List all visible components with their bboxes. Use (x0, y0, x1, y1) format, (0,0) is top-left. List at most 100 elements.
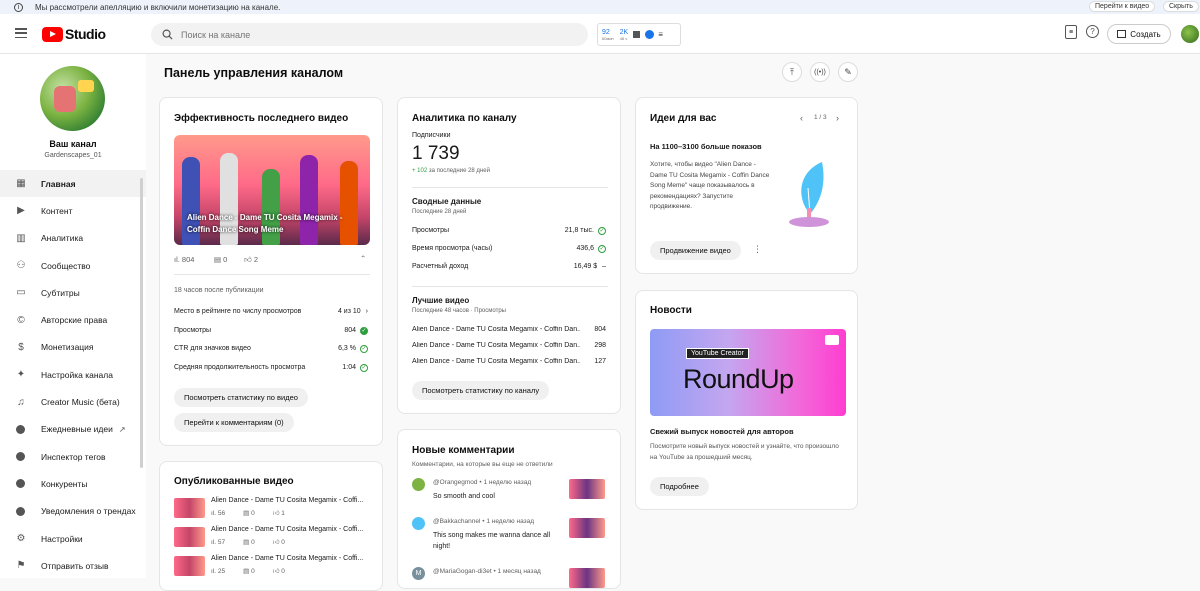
thumbnail-caption: Alien Dance - Dame TU Cosita Megamix - C… (187, 213, 343, 234)
captions-icon[interactable]: ≡ (1065, 25, 1077, 39)
post-icon[interactable]: ✎ (838, 62, 858, 82)
top-video-title[interactable]: Alien Dance - Dame TU Cosita Megamix - C… (412, 342, 580, 349)
sidebar-item-trends[interactable]: Уведомления о трендах (0, 498, 146, 525)
extension-stats-widget[interactable]: 92 60мин 2K 48 ч ≡ (597, 23, 681, 46)
youtube-logo-icon (42, 26, 63, 42)
video-thumbnail[interactable] (569, 479, 605, 499)
sidebar-item-music[interactable]: ♫ Creator Music (бета) (0, 388, 146, 415)
sidebar-item-settings[interactable]: ⚙ Настройки (0, 525, 146, 552)
subscribers-value: 1 739 (412, 143, 460, 164)
video-title[interactable]: Alien Dance - Dame TU Cosita Megamix - C… (211, 526, 363, 533)
create-button[interactable]: Создать (1107, 24, 1171, 44)
prev-icon[interactable]: ‹ (800, 113, 803, 123)
channel-stats-button[interactable]: Посмотреть статистику по каналу (412, 381, 550, 400)
sidebar-item-label: Аналитика (41, 233, 84, 244)
video-title[interactable]: Alien Dance - Dame TU Cosita Megamix - C… (211, 555, 363, 562)
commenter-avatar[interactable]: M (412, 567, 425, 580)
channel-handle: Gardenscapes_01 (44, 152, 102, 159)
info-icon: i (14, 2, 23, 12)
commenter-avatar[interactable] (412, 478, 425, 491)
studio-logo[interactable]: Studio (42, 26, 106, 42)
published-videos-card: Опубликованные видео Alien Dance - Dame … (159, 461, 383, 591)
sidebar-item-copyright[interactable]: © Авторские права (0, 306, 146, 333)
commenter-avatar[interactable] (412, 517, 425, 530)
dashboard-icon: ▦ (16, 178, 26, 190)
comments-count: ▤ 0 (214, 255, 228, 264)
analytics-title: Аналитика по каналу (412, 113, 517, 124)
sidebar-item-subtitles[interactable]: ▭ Субтитры (0, 279, 146, 306)
logo-text: Studio (65, 26, 106, 42)
goto-video-button[interactable]: Перейти к видео (1089, 1, 1156, 12)
dash-icon: – (602, 263, 606, 270)
video-stats-button[interactable]: Посмотреть статистику по видео (174, 388, 308, 407)
video-thumbnail[interactable]: Alien Dance - Dame TU Cosita Megamix - C… (174, 135, 370, 245)
search-bar[interactable] (151, 23, 588, 46)
latest-video-title: Эффективность последнего видео (174, 113, 349, 124)
live-icon[interactable]: ((•)) (810, 62, 830, 82)
summary-value: 16,49 $ – (573, 263, 606, 270)
new-comments-card: Новые комментарии Комментарии, на которы… (397, 429, 621, 589)
news-tag: YouTube Creator (686, 348, 749, 359)
top-video-title[interactable]: Alien Dance - Dame TU Cosita Megamix - C… (412, 358, 580, 365)
video-thumbnail[interactable] (174, 527, 205, 547)
extension-icon[interactable] (645, 30, 655, 39)
video-metrics: ıl. 25 ▤ 0 👍︎ 0 (211, 568, 285, 575)
metric-label: Средняя продолжительность просмотра (174, 363, 306, 371)
sidebar-item-ideas[interactable]: Ежедневные идеи ↗ (0, 416, 146, 443)
check-icon: ✓ (360, 326, 368, 335)
sidebar-item-community[interactable]: ⚇ Сообщество (0, 252, 146, 279)
sidebar-item-content[interactable]: ▶ Контент (0, 197, 146, 224)
list-icon[interactable]: ≡ (658, 30, 663, 39)
promote-video-button[interactable]: Продвижение видео (650, 241, 741, 260)
summary-sub: Последние 28 дней (412, 209, 467, 215)
ideas-headline: На 1100–3100 больше показов (650, 142, 762, 151)
next-icon[interactable]: › (836, 113, 839, 123)
hide-banner-button[interactable]: Скрыть (1163, 1, 1199, 12)
more-button[interactable]: Подробнее (650, 477, 709, 496)
video-title[interactable]: Alien Dance - Dame TU Cosita Megamix - C… (211, 497, 363, 504)
chart-icon[interactable] (633, 31, 641, 38)
video-thumbnail[interactable] (569, 518, 605, 538)
news-thumbnail[interactable]: YouTube Creator RoundUp (650, 329, 846, 416)
views-icon: ıl. (211, 510, 218, 517)
likes-icon: 👍︎ (272, 510, 282, 517)
sidebar-item-label: Конкуренты (41, 478, 88, 489)
sidebar-item-label: Уведомления о трендах (41, 506, 136, 517)
news-logo-text: RoundUp (683, 364, 794, 394)
plant-illustration-icon (789, 162, 829, 227)
sidebar-item-analytics[interactable]: ▥ Аналитика (0, 225, 146, 252)
video-thumbnail[interactable] (569, 568, 605, 588)
video-thumbnail[interactable] (174, 556, 205, 576)
top-video-title[interactable]: Alien Dance - Dame TU Cosita Megamix - C… (412, 326, 580, 333)
summary-label: Время просмотра (часы) (412, 245, 493, 252)
video-thumbnail[interactable] (174, 498, 205, 518)
metric-value: 4 из 10 › (337, 308, 368, 315)
collapse-icon[interactable]: ⌃ (360, 254, 366, 263)
chevron-right-icon[interactable]: › (366, 308, 368, 315)
sidebar-item-customization[interactable]: ✦ Настройка канала (0, 361, 146, 388)
sidebar-item-feedback[interactable]: ⚑ Отправить отзыв (0, 552, 146, 579)
sidebar-item-dashboard[interactable]: ▦ Главная (0, 170, 146, 198)
upload-icon[interactable]: ⤒ (782, 62, 802, 82)
search-input[interactable] (181, 29, 561, 40)
menu-icon[interactable] (15, 28, 27, 38)
metric-value: 804 ✓ (344, 326, 368, 335)
go-to-comments-button[interactable]: Перейти к комментариям (0) (174, 413, 294, 432)
summary-label: Расчетный доход (412, 263, 469, 270)
sidebar-scrollbar[interactable] (140, 178, 143, 468)
feedback-icon: ⚑ (16, 560, 26, 572)
account-avatar[interactable] (1181, 25, 1199, 43)
metric-value: 1:04 ✓ (342, 363, 368, 372)
metric-value: 6,3 % ✓ (338, 345, 368, 353)
sidebar-item-tags[interactable]: Инспектор тегов (0, 443, 146, 470)
metric-label: Просмотры (174, 326, 211, 334)
divider (412, 187, 608, 188)
help-icon[interactable]: ? (1086, 25, 1099, 38)
sidebar-item-monetization[interactable]: $ Монетизация (0, 334, 146, 361)
settings-icon: ⚙ (16, 533, 26, 544)
sidebar-item-competitors[interactable]: Конкуренты (0, 470, 146, 497)
summary-value: 436,6 ✓ (576, 245, 606, 253)
channel-avatar[interactable] (40, 66, 105, 131)
more-options-icon[interactable]: ⋮ (753, 244, 762, 255)
views-count: ıl. 804 (174, 255, 195, 264)
